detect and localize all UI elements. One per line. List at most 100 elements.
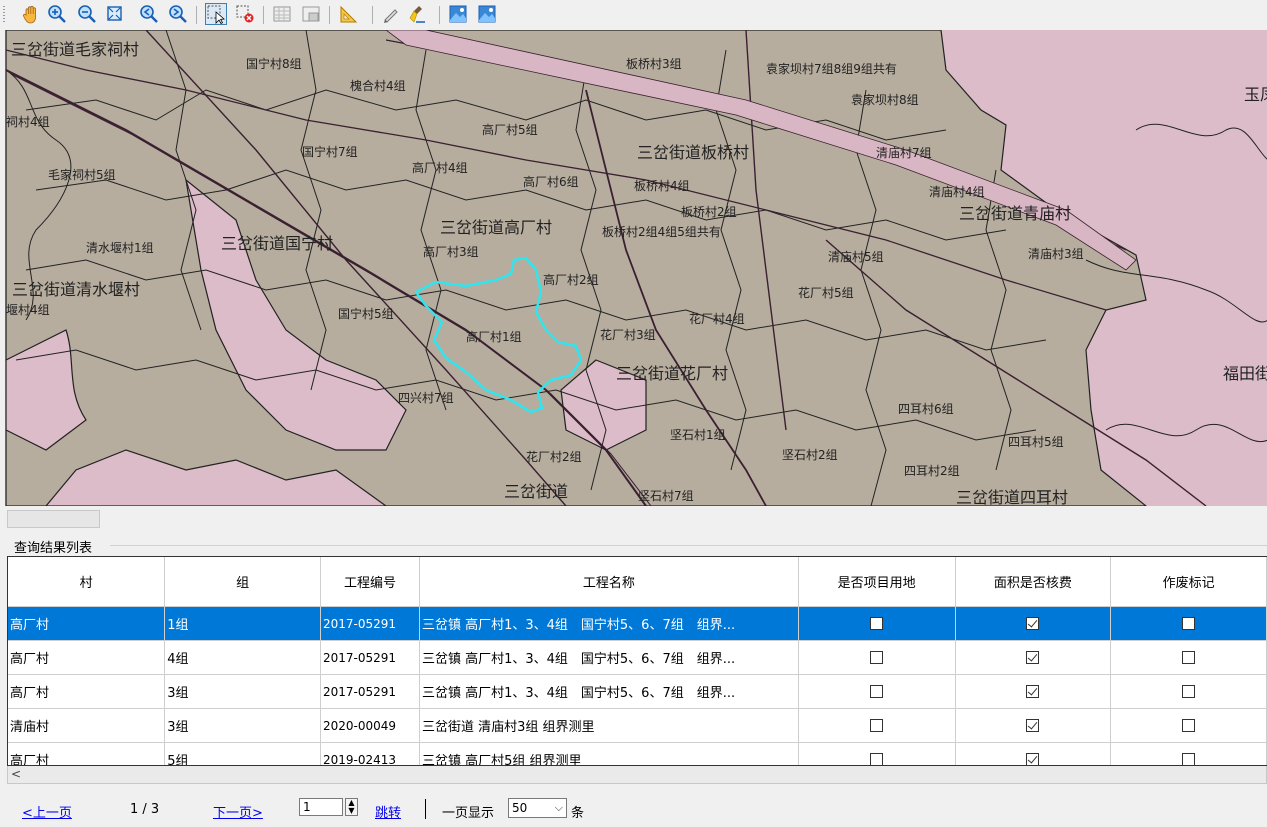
next-extent-icon[interactable] [167,3,189,25]
void-flag-cell [1110,606,1267,641]
map-horizontal-scrollbar[interactable] [7,510,100,528]
zoom-out-icon[interactable] [76,3,98,25]
draw-icon[interactable] [380,3,402,25]
project-land-checkbox[interactable] [870,719,884,732]
project-code-cell[interactable]: 2017-05291 [320,674,420,709]
project-name-cell[interactable]: 三岔镇 高厂村1、3、4组 国宁村5、6、7组 组界... [419,640,799,675]
next-page-link[interactable]: 下一页> [213,802,263,821]
results-table: 村 组 工程编号 工程名称 是否项目用地 面积是否核费 作废标记 高厂村 1组 20… [7,556,1267,766]
project-land-checkbox[interactable] [870,753,884,765]
area-fee-checkbox[interactable] [1026,719,1040,732]
clear-selection-icon[interactable] [234,3,256,25]
map-label: 清庙村4组 [929,185,985,199]
previous-extent-icon[interactable] [138,3,160,25]
map-label: 高厂村4组 [412,160,468,175]
project-name-cell[interactable]: 三岔镇 高厂村1、3、4组 国宁村5、6、7组 组界... [419,606,799,641]
village-cell[interactable]: 高厂村 [8,606,166,641]
village-cell[interactable]: 高厂村 [8,674,166,709]
toolbar-separator [263,6,264,24]
map-label: 四兴村7组 [398,391,454,405]
col-header-village[interactable]: 村 [8,557,166,607]
print-map-icon[interactable] [476,3,498,25]
page-spinner[interactable]: ▲ ▼ [345,798,358,816]
map-label: 板桥村2组 [681,205,737,219]
col-header-project-land[interactable]: 是否项目用地 [798,557,956,607]
spin-down-icon[interactable]: ▼ [346,807,357,815]
group-cell[interactable]: 1组 [164,606,321,641]
col-header-project-name[interactable]: 工程名称 [419,557,799,607]
scroll-left-icon[interactable]: < [11,767,21,781]
col-header-void-flag[interactable]: 作废标记 [1110,557,1267,607]
attribute-table-icon[interactable] [271,3,293,25]
void-flag-checkbox[interactable] [1182,617,1196,630]
table-horizontal-scrollbar[interactable]: < [7,766,1267,784]
map-label: 三岔街道 [504,482,568,501]
map-label: 国宁村8组 [246,56,302,71]
prev-page-link[interactable]: <上一页 [22,802,72,821]
map-canvas[interactable]: 三岔街道毛家祠村国宁村8组槐合村4组 板桥村3组 袁家坝村7组8组9组共有玉凤 袁家坝… [6,30,1267,506]
col-header-project-code[interactable]: 工程编号 [320,557,420,607]
table-row[interactable]: 高厂村 5组 2019-02413 三岔镇 高厂村5组 组界测里 [8,742,1267,765]
project-land-checkbox[interactable] [870,685,884,698]
page-size-select[interactable]: 50 ⌵ [508,798,567,818]
map-label: 四耳村2组 [904,464,960,478]
project-land-checkbox[interactable] [870,617,884,630]
layers-icon[interactable] [300,3,322,25]
void-flag-cell [1110,640,1267,675]
void-flag-checkbox[interactable] [1182,719,1196,732]
header-row: 村 组 工程编号 工程名称 是否项目用地 面积是否核费 作废标记 [8,557,1267,607]
select-features-icon[interactable] [205,3,227,25]
eraser-icon[interactable] [407,3,429,25]
map-label: 高厂村5组 [482,122,538,137]
map-label: 清庙村5组 [828,250,884,264]
zoom-in-icon[interactable] [46,3,68,25]
map-label: 三岔街道花厂村 [616,364,728,383]
project-name-cell[interactable]: 三岔街道 清庙村3组 组界测里 [419,708,799,743]
project-land-cell [798,606,956,641]
village-cell[interactable]: 清庙村 [8,708,166,743]
area-fee-checkbox[interactable] [1026,685,1040,698]
col-header-area-fee[interactable]: 面积是否核费 [955,557,1112,607]
group-cell[interactable]: 5组 [164,742,321,765]
chevron-down-icon[interactable]: ⌵ [555,801,563,815]
hand-pan-icon[interactable] [20,3,42,25]
table-row[interactable]: 高厂村 4组 2017-05291 三岔镇 高厂村1、3、4组 国宁村5、6、7组 组… [8,640,1267,675]
village-cell[interactable]: 高厂村 [8,742,166,765]
page-number-input[interactable]: 1 [299,798,343,816]
export-map-icon[interactable] [447,3,469,25]
project-code-cell[interactable]: 2019-02413 [320,742,420,765]
map-label: 三岔街道毛家祠村 [11,40,139,59]
table-row[interactable]: 清庙村 3组 2020-00049 三岔街道 清庙村3组 组界测里 [8,708,1267,743]
group-cell[interactable]: 4组 [164,640,321,675]
area-fee-checkbox[interactable] [1026,651,1040,664]
group-cell[interactable]: 3组 [164,708,321,743]
group-cell[interactable]: 3组 [164,674,321,709]
map-label: 清庙村3组 [1028,247,1084,261]
map-label: 三岔街道高厂村 [440,218,552,237]
full-extent-icon[interactable] [104,3,126,25]
project-code-cell[interactable]: 2017-05291 [320,640,420,675]
map-label: 板桥村2组4组5组共有 [602,225,721,239]
project-name-cell[interactable]: 三岔镇 高厂村5组 组界测里 [419,742,799,765]
project-code-cell[interactable]: 2020-00049 [320,708,420,743]
project-name-cell[interactable]: 三岔镇 高厂村1、3、4组 国宁村5、6、7组 组界... [419,674,799,709]
col-header-group[interactable]: 组 [164,557,321,607]
table-row[interactable]: 高厂村 1组 2017-05291 三岔镇 高厂村1、3、4组 国宁村5、6、7组 组… [8,606,1267,641]
toolbar-separator [372,6,373,24]
table-row[interactable]: 高厂村 3组 2017-05291 三岔镇 高厂村1、3、4组 国宁村5、6、7组 组… [8,674,1267,709]
area-fee-checkbox[interactable] [1026,617,1040,630]
jump-link[interactable]: 跳转 [375,802,401,821]
toolbar-separator [329,6,330,24]
map-label: 三岔街道板桥村 [637,143,749,162]
area-fee-checkbox[interactable] [1026,753,1040,765]
map-label: 袁家坝村8组 [851,92,919,107]
void-flag-checkbox[interactable] [1182,685,1196,698]
void-flag-checkbox[interactable] [1182,651,1196,664]
village-cell[interactable]: 高厂村 [8,640,166,675]
measure-icon[interactable] [338,3,360,25]
void-flag-checkbox[interactable] [1182,753,1196,765]
map-view[interactable]: 三岔街道毛家祠村国宁村8组槐合村4组 板桥村3组 袁家坝村7组8组9组共有玉凤 袁家坝… [5,30,1267,506]
project-code-cell[interactable]: 2017-05291 [320,606,420,641]
page-indicator: 1 / 3 [130,802,160,817]
project-land-checkbox[interactable] [870,651,884,664]
